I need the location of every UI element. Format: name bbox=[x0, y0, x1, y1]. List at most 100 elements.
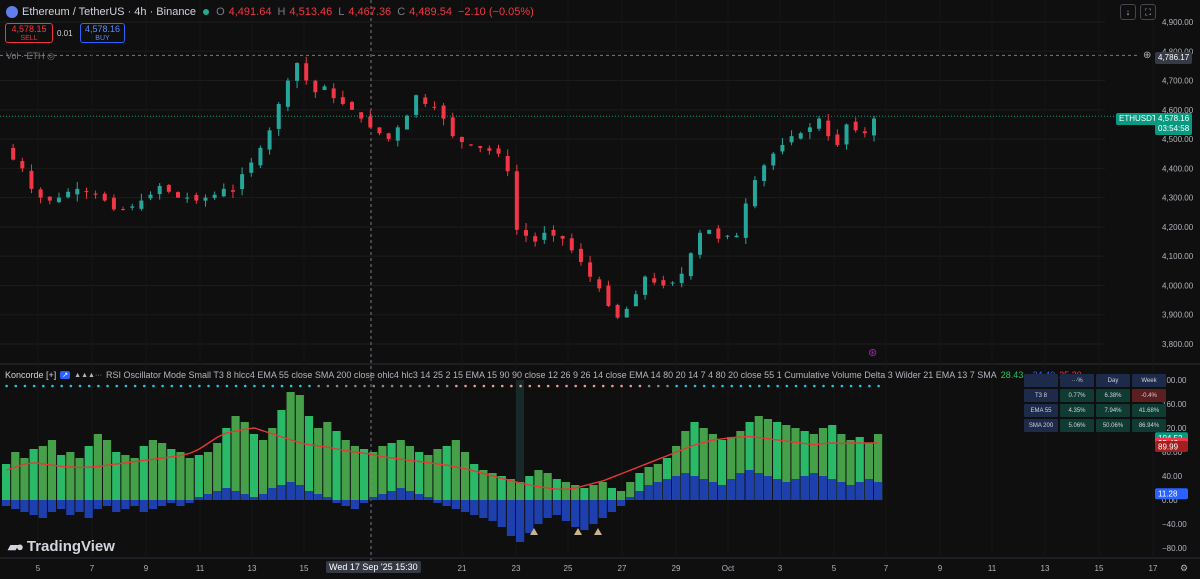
high-value: 4,513.46 bbox=[289, 6, 333, 18]
koncorde-blue-bar bbox=[213, 491, 222, 500]
koncorde-green-bar bbox=[112, 452, 121, 500]
signal-dot bbox=[611, 384, 614, 388]
candle-body bbox=[762, 165, 767, 181]
signal-dot bbox=[565, 384, 568, 388]
time-tick-label: 13 bbox=[248, 564, 257, 573]
koncorde-blue-bar bbox=[488, 500, 497, 521]
indicator-legend[interactable]: Koncorde [+] ↗ ▲▲▲··· RSI Oscillator Mod… bbox=[5, 370, 1082, 380]
tradingview-chart-window: 4,900.004,800.004,700.004,600.004,500.00… bbox=[0, 0, 1200, 579]
add-alert-plus-icon[interactable]: ⊕ bbox=[1143, 51, 1151, 61]
signal-dot bbox=[253, 384, 256, 388]
fullscreen-icon[interactable]: ⛶ bbox=[1140, 4, 1156, 20]
signal-dot bbox=[601, 384, 605, 388]
candle-body bbox=[459, 136, 464, 143]
signal-dot bbox=[354, 384, 357, 388]
candle-body bbox=[817, 118, 822, 129]
chart-canvas[interactable]: 4,900.004,800.004,700.004,600.004,500.00… bbox=[0, 0, 1200, 579]
candle-body bbox=[230, 190, 235, 192]
time-tick-label: 27 bbox=[618, 564, 627, 573]
koncorde-green-bar bbox=[350, 446, 359, 500]
koncorde-blue-bar bbox=[800, 476, 809, 500]
sell-button[interactable]: 4,578.15 SELL bbox=[5, 23, 53, 43]
candle-body bbox=[276, 103, 281, 129]
time-tick-label: 3 bbox=[778, 564, 783, 573]
koncorde-blue-bar bbox=[121, 500, 130, 509]
koncorde-green-bar bbox=[194, 455, 203, 500]
koncorde-blue-bar bbox=[295, 485, 304, 500]
indicator-name[interactable]: Koncorde [+] bbox=[5, 370, 56, 380]
time-tick-label: 7 bbox=[90, 564, 95, 573]
signal-dot bbox=[363, 384, 366, 388]
candle-body bbox=[633, 294, 638, 307]
signal-dot bbox=[299, 384, 302, 388]
signal-dot bbox=[730, 384, 734, 388]
signal-dot bbox=[739, 384, 743, 388]
candle-body bbox=[75, 188, 80, 195]
lightning-icon[interactable]: ⊛ bbox=[868, 348, 877, 359]
koncorde-blue-bar bbox=[846, 485, 855, 500]
last-symbol-label: ETHUSDT bbox=[1116, 113, 1160, 125]
signal-dot bbox=[418, 384, 421, 388]
buy-button[interactable]: 4,578.16 BUY bbox=[80, 23, 125, 43]
koncorde-blue-bar bbox=[763, 476, 773, 500]
koncorde-green-bar bbox=[38, 446, 47, 500]
candle-body bbox=[835, 134, 840, 145]
koncorde-blue-bar bbox=[782, 482, 791, 500]
buy-signal-triangle bbox=[594, 528, 602, 535]
indicator-tick-label: 40.00 bbox=[1162, 472, 1183, 481]
symbol-legend[interactable]: Ethereum / TetherUS · 4h · Binance O 4,49… bbox=[6, 6, 536, 18]
koncorde-blue-bar bbox=[699, 479, 708, 500]
price-axis[interactable]: 4,900.004,800.004,700.004,600.004,500.00… bbox=[1162, 18, 1194, 349]
candle-body bbox=[826, 120, 831, 137]
table-row: SMA 200 5.06% 50.06% 86.94% bbox=[1024, 419, 1166, 432]
indicator-link-icon[interactable]: ↗ bbox=[60, 371, 71, 379]
koncorde-green-bar bbox=[359, 449, 369, 500]
koncorde-blue-bar bbox=[589, 500, 598, 524]
time-tick-label: 13 bbox=[1041, 564, 1050, 573]
koncorde-blue-bar bbox=[497, 500, 506, 527]
candle-body bbox=[194, 194, 199, 201]
table-row-label: EMA 55 bbox=[1024, 404, 1058, 417]
candle-body bbox=[340, 97, 345, 104]
candle-body bbox=[423, 97, 428, 104]
koncorde-green-bar bbox=[176, 452, 185, 500]
candle-body bbox=[597, 279, 602, 289]
koncorde-blue-bar bbox=[534, 500, 543, 524]
tradingview-mark-icon: ▰● bbox=[8, 538, 24, 554]
candle-body bbox=[652, 278, 657, 283]
koncorde-blue-bar bbox=[231, 491, 240, 500]
koncorde-blue-bar bbox=[470, 500, 479, 515]
tradingview-logo[interactable]: ▰● TradingView bbox=[8, 538, 115, 555]
table-header-row: ···% Day Week bbox=[1024, 374, 1166, 387]
candle-body bbox=[505, 155, 510, 172]
indicator-controls-icon[interactable]: ▲▲▲··· bbox=[74, 372, 102, 379]
koncorde-green-bar bbox=[231, 416, 240, 500]
koncorde-blue-bar bbox=[479, 500, 488, 518]
koncorde-blue-bar bbox=[717, 485, 727, 500]
candle-body bbox=[93, 193, 98, 195]
koncorde-blue-bar bbox=[516, 500, 525, 542]
candle-body bbox=[514, 171, 519, 230]
crosshair-price-label: 4,786.17 bbox=[1155, 52, 1193, 64]
koncorde-blue-bar bbox=[745, 470, 754, 500]
koncorde-blue-bar bbox=[185, 500, 194, 503]
signal-dot bbox=[556, 384, 559, 388]
time-axis[interactable]: 5 7 9 11 13 15 21 23 25 27 29 Oct 3 5 7 9 11 13 15 17 ⚙ bbox=[36, 563, 1188, 573]
download-icon[interactable]: ↓ bbox=[1120, 4, 1136, 20]
candle-body bbox=[29, 170, 34, 189]
koncorde-blue-bar bbox=[359, 500, 369, 503]
koncorde-blue-bar bbox=[387, 491, 396, 500]
volume-legend[interactable]: Vol · ETH ◎ bbox=[6, 51, 55, 62]
signal-dot bbox=[381, 384, 385, 388]
indicator-tick-label: −80.00 bbox=[1162, 544, 1187, 553]
koncorde-green-bar bbox=[561, 482, 571, 500]
signal-dot bbox=[14, 384, 18, 388]
koncorde-blue-bar bbox=[874, 482, 883, 500]
eye-icon[interactable]: ◎ bbox=[47, 51, 55, 61]
symbol-title[interactable]: Ethereum / TetherUS · 4h · Binance bbox=[22, 6, 196, 18]
signal-dot bbox=[60, 384, 63, 388]
koncorde-blue-bar bbox=[626, 497, 635, 500]
indicator-stats-table: ···% Day Week T3 8 0.77% 6.38% -0.4% EMA 55 4.35… bbox=[1022, 372, 1168, 434]
koncorde-green-bar bbox=[451, 440, 460, 500]
koncorde-blue-bar bbox=[396, 488, 405, 500]
